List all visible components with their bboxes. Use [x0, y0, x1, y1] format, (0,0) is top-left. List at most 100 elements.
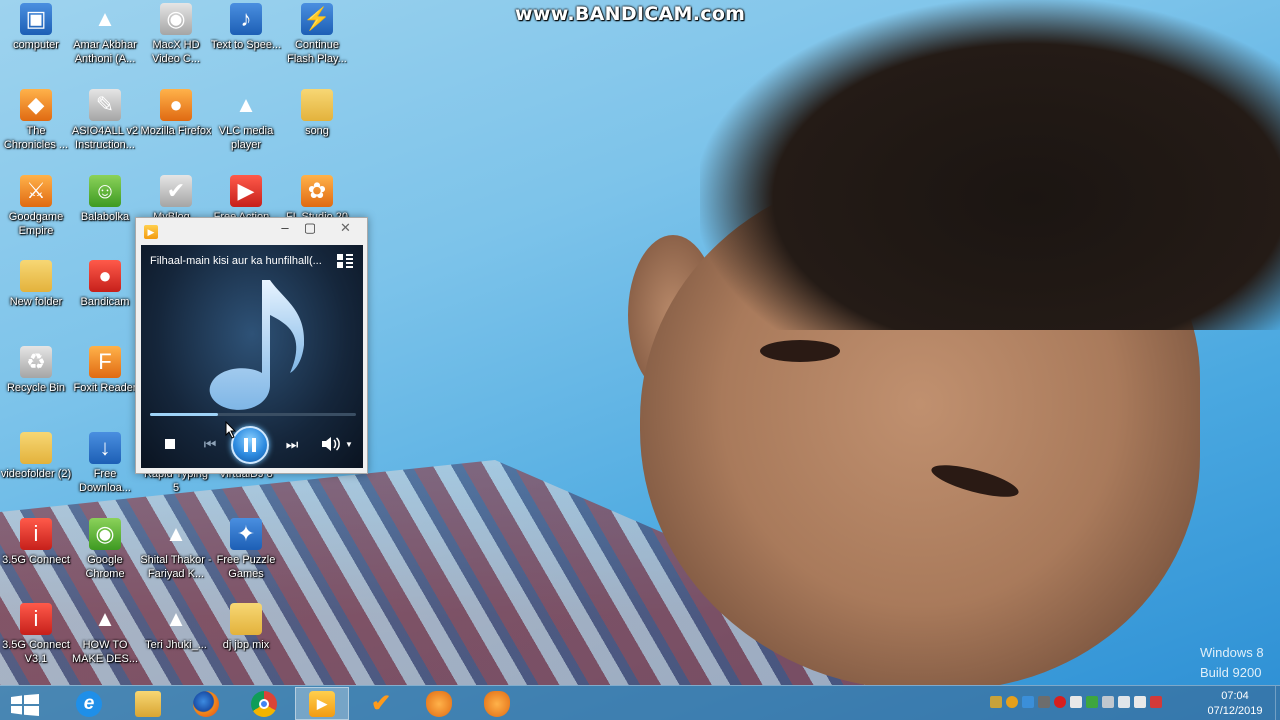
now-playing-area: Filhaal-main kisi aur ka hunfilhall(... [141, 245, 363, 468]
taskbar-file-explorer[interactable] [121, 687, 175, 720]
desktop-icon[interactable]: ⚔ Goodgame Empire [0, 175, 72, 238]
fl-studio-icon: ✿ [301, 175, 333, 207]
media-player-icon: ▶ [309, 690, 335, 717]
desktop-icon[interactable]: ▲ HOW TO MAKE DES... [69, 603, 141, 666]
desktop-icon-label: Goodgame Empire [8, 211, 64, 237]
clock-time: 07:04 [1221, 690, 1249, 702]
taskbar-fl-studio-2[interactable] [470, 687, 524, 720]
seek-progress [150, 413, 218, 416]
seek-bar[interactable] [150, 413, 356, 416]
stop-button[interactable] [163, 437, 177, 451]
taskbar-firefox[interactable] [179, 687, 233, 720]
taskbar-media-player[interactable]: ▶ [295, 687, 349, 720]
app-icon: ▶ [230, 175, 262, 207]
checklist-icon: ✔ [370, 690, 392, 717]
fl-studio-icon [484, 690, 510, 717]
start-button[interactable] [11, 694, 39, 716]
desktop-icon[interactable]: ◆ The Chronicles ... [0, 89, 72, 152]
desktop-icon-label: The Chronicles ... [3, 125, 69, 151]
desktop-icon[interactable]: ☺ Balabolka [69, 175, 141, 224]
taskbar-fl-studio[interactable] [412, 687, 466, 720]
speaker-icon[interactable] [1134, 696, 1146, 708]
desktop-icon[interactable]: dj jbp mix [210, 603, 282, 652]
desktop-icon-label: MacX HD Video C... [151, 39, 201, 65]
desktop-icon[interactable]: ✎ ASIO4ALL v2 Instruction... [69, 89, 141, 152]
desktop-icon[interactable]: i 3.5G Connect [0, 518, 72, 567]
clock-date: 07/12/2019 [1207, 705, 1263, 717]
taskbar-checklist-app[interactable]: ✔ [354, 687, 408, 720]
desktop-icon[interactable]: ◉ MacX HD Video C... [140, 3, 212, 66]
volume-icon[interactable] [321, 435, 341, 453]
music-note-icon [209, 280, 305, 410]
desktop-icon[interactable]: F Foxit Reader [69, 346, 141, 395]
desktop-icon-label: HOW TO MAKE DES... [71, 639, 139, 665]
next-button[interactable]: ⏭ [278, 434, 306, 454]
desktop-icon[interactable]: ● Bandicam [69, 260, 141, 309]
file-explorer-icon [135, 690, 161, 717]
desktop-icon[interactable]: ↓ Free Downloa... [69, 432, 141, 495]
bandicam-watermark: www.BANDICAM.com [515, 3, 746, 25]
balabolka-icon: ☺ [89, 175, 121, 207]
vlc-icon: ▲ [235, 92, 257, 117]
desktop-icon[interactable]: ⚡ Continue Flash Play... [281, 3, 353, 66]
text-to-speech-icon: ♪ [230, 3, 262, 35]
modem-icon: i [20, 603, 52, 635]
desktop-icon[interactable]: ✦ Free Puzzle Games [210, 518, 282, 581]
game-icon: ⚔ [20, 175, 52, 207]
taskbar-clock[interactable]: 07:04 07/12/2019 [1200, 689, 1270, 719]
player-titlebar[interactable]: ▶ – ▢ ✕ [136, 218, 367, 244]
desktop-icon[interactable]: ▲ Amar Akbhar Anthoni (A... [69, 3, 141, 66]
taskbar-chrome[interactable] [237, 687, 291, 720]
desktop-icon-label: Recycle Bin [6, 382, 66, 394]
desktop-icon[interactable]: song [281, 89, 353, 138]
desktop-icon-label: Bandicam [80, 296, 130, 308]
folder-icon [20, 432, 52, 464]
desktop-icon[interactable]: ♻ Recycle Bin [0, 346, 72, 395]
minimize-button[interactable]: – [272, 218, 298, 238]
system-tray [990, 696, 1162, 712]
desktop-icon-label: Shital Thakor - Fariyad K... [140, 554, 212, 580]
desktop-icon-label: 3.5G Connect [2, 554, 70, 566]
tray-app-icon[interactable] [1086, 696, 1098, 708]
desktop-icon[interactable]: ▲ Teri Jhuki_... [140, 603, 212, 652]
film-reel-icon: ◉ [160, 3, 192, 35]
playback-controls: ⏮ ⏭ ▼ [141, 426, 363, 464]
media-player-icon: ▶ [144, 225, 158, 239]
previous-button[interactable]: ⏮ [196, 434, 224, 454]
desktop-icon-label: computer [13, 39, 59, 51]
media-player-window[interactable]: ▶ – ▢ ✕ Filhaal-main kisi aur ka hunfilh… [135, 217, 368, 474]
desktop-icon[interactable]: New folder [0, 260, 72, 309]
volume-dropdown-arrow[interactable]: ▼ [344, 439, 354, 449]
show-desktop-button[interactable] [1275, 686, 1280, 720]
pdf-document-icon: ✎ [89, 89, 121, 121]
tray-warning-icon[interactable] [1150, 696, 1162, 708]
maximize-button[interactable]: ▢ [297, 218, 323, 238]
desktop-icon[interactable]: ▣ computer [0, 3, 72, 52]
taskbar-internet-explorer[interactable]: e [62, 687, 116, 720]
flag-icon[interactable] [1118, 696, 1130, 708]
desktop-icon[interactable]: ♪ Text to Spee... [210, 3, 282, 52]
tray-app-icon[interactable] [1006, 696, 1018, 708]
tray-app-icon[interactable] [1022, 696, 1034, 708]
folder-icon [230, 603, 262, 635]
switch-to-library-icon[interactable] [337, 254, 353, 268]
vlc-icon: ▲ [165, 521, 187, 546]
tray-app-icon[interactable] [1038, 696, 1050, 708]
tray-app-icon[interactable] [990, 696, 1002, 708]
desktop-icon[interactable]: ▲ Shital Thakor - Fariyad K... [140, 518, 212, 581]
desktop-icon-label: VLC media player [218, 125, 274, 151]
now-playing-title: Filhaal-main kisi aur ka hunfilhall(... [150, 255, 322, 267]
desktop-icon[interactable]: videofolder (2) [0, 432, 72, 481]
desktop-icon[interactable]: ◉ Google Chrome [69, 518, 141, 581]
bandicam-record-icon[interactable] [1054, 696, 1066, 708]
fl-studio-icon [426, 690, 452, 717]
foxit-icon: F [89, 346, 121, 378]
desktop-icon[interactable]: i 3.5G Connect V3.1 [0, 603, 72, 666]
chrome-icon: ◉ [89, 518, 121, 550]
tray-app-icon[interactable] [1070, 696, 1082, 708]
desktop-icon[interactable]: ▲ VLC media player [210, 89, 282, 152]
close-button[interactable]: ✕ [329, 218, 362, 238]
network-icon[interactable] [1102, 696, 1114, 708]
desktop-icon[interactable]: ● Mozilla Firefox [140, 89, 212, 138]
desktop-icon-label: dj jbp mix [222, 639, 270, 651]
